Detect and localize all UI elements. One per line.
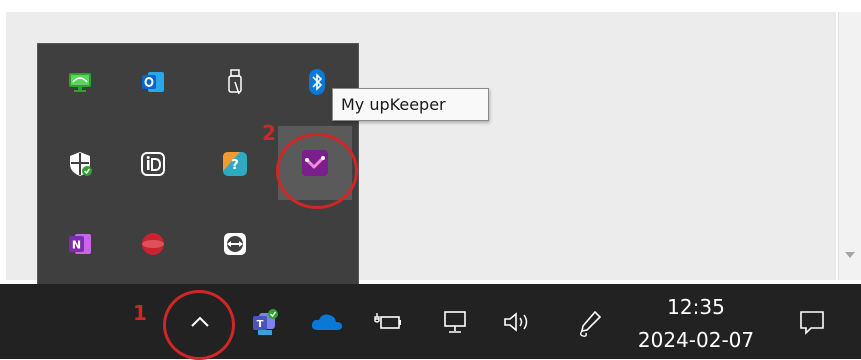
windows-security-icon[interactable] — [58, 144, 102, 184]
network-icon[interactable] — [435, 302, 475, 342]
svg-text:N: N — [72, 239, 81, 252]
upkeeper-tooltip: My upKeeper — [332, 88, 489, 121]
volume-icon[interactable] — [497, 302, 541, 342]
scroll-down-arrow-icon[interactable] — [845, 252, 855, 258]
annotation-number-1: 1 — [133, 301, 147, 325]
clock-date: 2024-02-07 — [637, 328, 755, 352]
identity-app-icon[interactable] — [131, 144, 175, 184]
battery-power-icon[interactable] — [368, 302, 408, 342]
svg-text:?: ? — [231, 158, 239, 173]
svg-text:T: T — [257, 319, 264, 330]
pen-icon[interactable] — [570, 302, 610, 346]
taskbar-clock[interactable]: 12:35 2024-02-07 — [632, 285, 760, 359]
support-app-icon[interactable]: ? — [213, 144, 257, 184]
red-circle-app-icon[interactable] — [131, 224, 175, 264]
notifications-icon[interactable] — [790, 302, 834, 342]
teamviewer-icon[interactable] — [213, 224, 257, 264]
teams-new-icon[interactable]: T — [247, 302, 283, 342]
outlook-icon[interactable] — [131, 62, 175, 102]
clock-time: 12:35 — [667, 295, 725, 319]
annotation-number-2: 2 — [262, 121, 276, 145]
onedrive-icon[interactable] — [307, 302, 347, 342]
onenote-icon[interactable]: N — [58, 224, 102, 264]
usb-device-icon[interactable] — [213, 62, 257, 102]
vertical-scrollbar[interactable] — [838, 12, 861, 280]
annotation-circle-1 — [163, 290, 235, 360]
remote-desktop-icon[interactable] — [58, 62, 102, 102]
annotation-circle-2 — [276, 133, 358, 209]
